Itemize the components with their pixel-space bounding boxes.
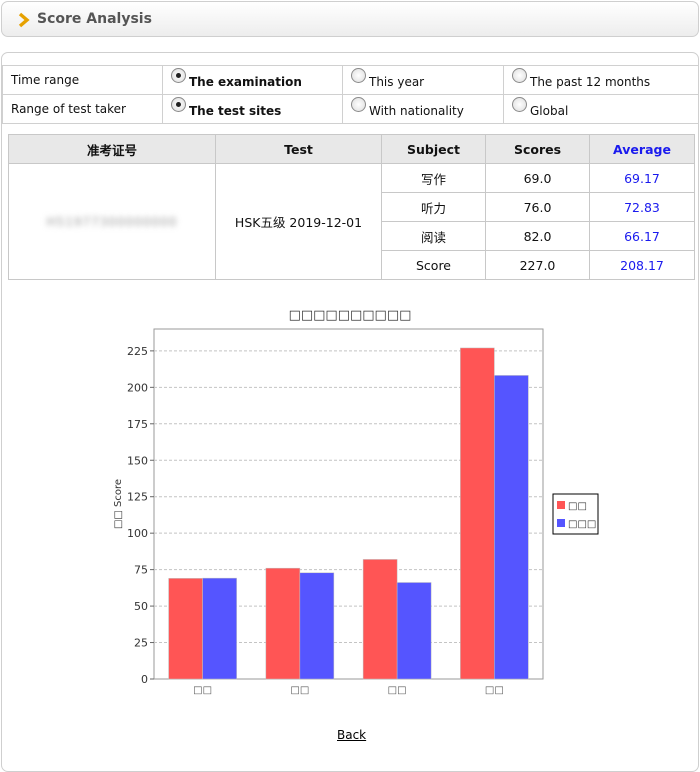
average-cell: 208.17 [589,250,695,280]
column-header-scores: Scores [485,134,590,164]
y-tick-label: 50 [134,600,148,613]
filter-label: Time range [2,65,163,95]
column-header-average: Average [589,134,695,164]
radio-option-the-examination[interactable]: The examination [162,65,343,95]
filter-row-test-taker-range: Range of test taker The test sites With … [2,94,699,124]
legend-label: □□ [568,501,587,512]
legend-swatch [557,501,565,509]
score-cell: 76.0 [485,192,590,222]
subject-cell: 写作 [381,163,486,193]
legend-label: □□□ [568,519,596,530]
radio-icon[interactable] [512,96,527,112]
radio-option-with-nationality[interactable]: With nationality [342,94,504,124]
x-tick-label: □□ [485,685,504,696]
radio-icon[interactable] [512,67,527,83]
bar [362,559,398,680]
table-row: H51977300000000 HSK五级 2019-12-01 写作 69.0… [8,163,695,280]
y-tick-label: 225 [127,345,148,358]
x-tick-label: □□ [290,685,309,696]
y-tick-label: 175 [127,418,148,431]
radio-icon[interactable] [351,96,366,112]
filter-label: Range of test taker [2,94,163,124]
radio-option-the-test-sites[interactable]: The test sites [162,94,343,124]
x-tick-label: □□ [388,685,407,696]
bar [168,578,203,680]
subject-cell: 听力 [381,192,486,222]
score-cell: 227.0 [485,250,590,280]
x-tick-label: □□ [193,685,212,696]
bar [265,567,301,680]
y-tick-label: 150 [127,454,148,467]
score-bar-chart: 0255075100125150175200225□□ □□ □□ □□□□□□□□□… [113,308,599,696]
filter-table: Time range The examination This year The… [2,65,699,124]
y-tick-label: 0 [141,673,148,686]
legend-swatch [557,519,565,527]
y-tick-label: 25 [134,637,148,650]
table-header-row: 准考证号 Test Subject Scores Average [8,134,695,164]
page-title: Score Analysis [37,11,152,27]
candidate-id: H51977300000000 [46,215,178,229]
average-cell: 72.83 [589,192,695,222]
bar [460,347,495,680]
column-header-test: Test [215,134,382,164]
chart-title: □□□□□□□□□□ [289,308,412,323]
y-tick-label: 125 [127,491,148,504]
average-cell: 69.17 [589,163,695,193]
test-name-cell: HSK五级 2019-12-01 [215,163,382,280]
bar [396,582,432,680]
section-header: Score Analysis [1,1,699,37]
y-tick-label: 200 [127,381,148,394]
bar [299,572,335,680]
radio-option-global[interactable]: Global [503,94,699,124]
radio-selected-icon[interactable] [171,96,186,112]
column-header-id: 准考证号 [8,134,216,164]
radio-icon[interactable] [351,67,366,83]
score-cell: 82.0 [485,221,590,251]
radio-selected-icon[interactable] [171,67,186,83]
subject-cell: 阅读 [381,221,486,251]
bar [202,577,237,680]
score-cell: 69.0 [485,163,590,193]
radio-option-this-year[interactable]: This year [342,65,504,95]
y-tick-label: 100 [127,527,148,540]
scores-table: 准考证号 Test Subject Scores Average H519773… [8,134,695,280]
average-cell: 66.17 [589,221,695,251]
chevron-right-icon [18,12,30,28]
radio-option-past-12-months[interactable]: The past 12 months [503,65,699,95]
candidate-id-cell: H51977300000000 [8,163,216,280]
y-tick-label: 75 [134,564,148,577]
column-header-subject: Subject [381,134,486,164]
bar [494,375,529,680]
back-link[interactable]: Back [337,728,366,742]
y-axis-label: □□ Score [113,479,124,529]
filter-row-time-range: Time range The examination This year The… [2,65,699,95]
subject-cell: Score [381,250,486,280]
